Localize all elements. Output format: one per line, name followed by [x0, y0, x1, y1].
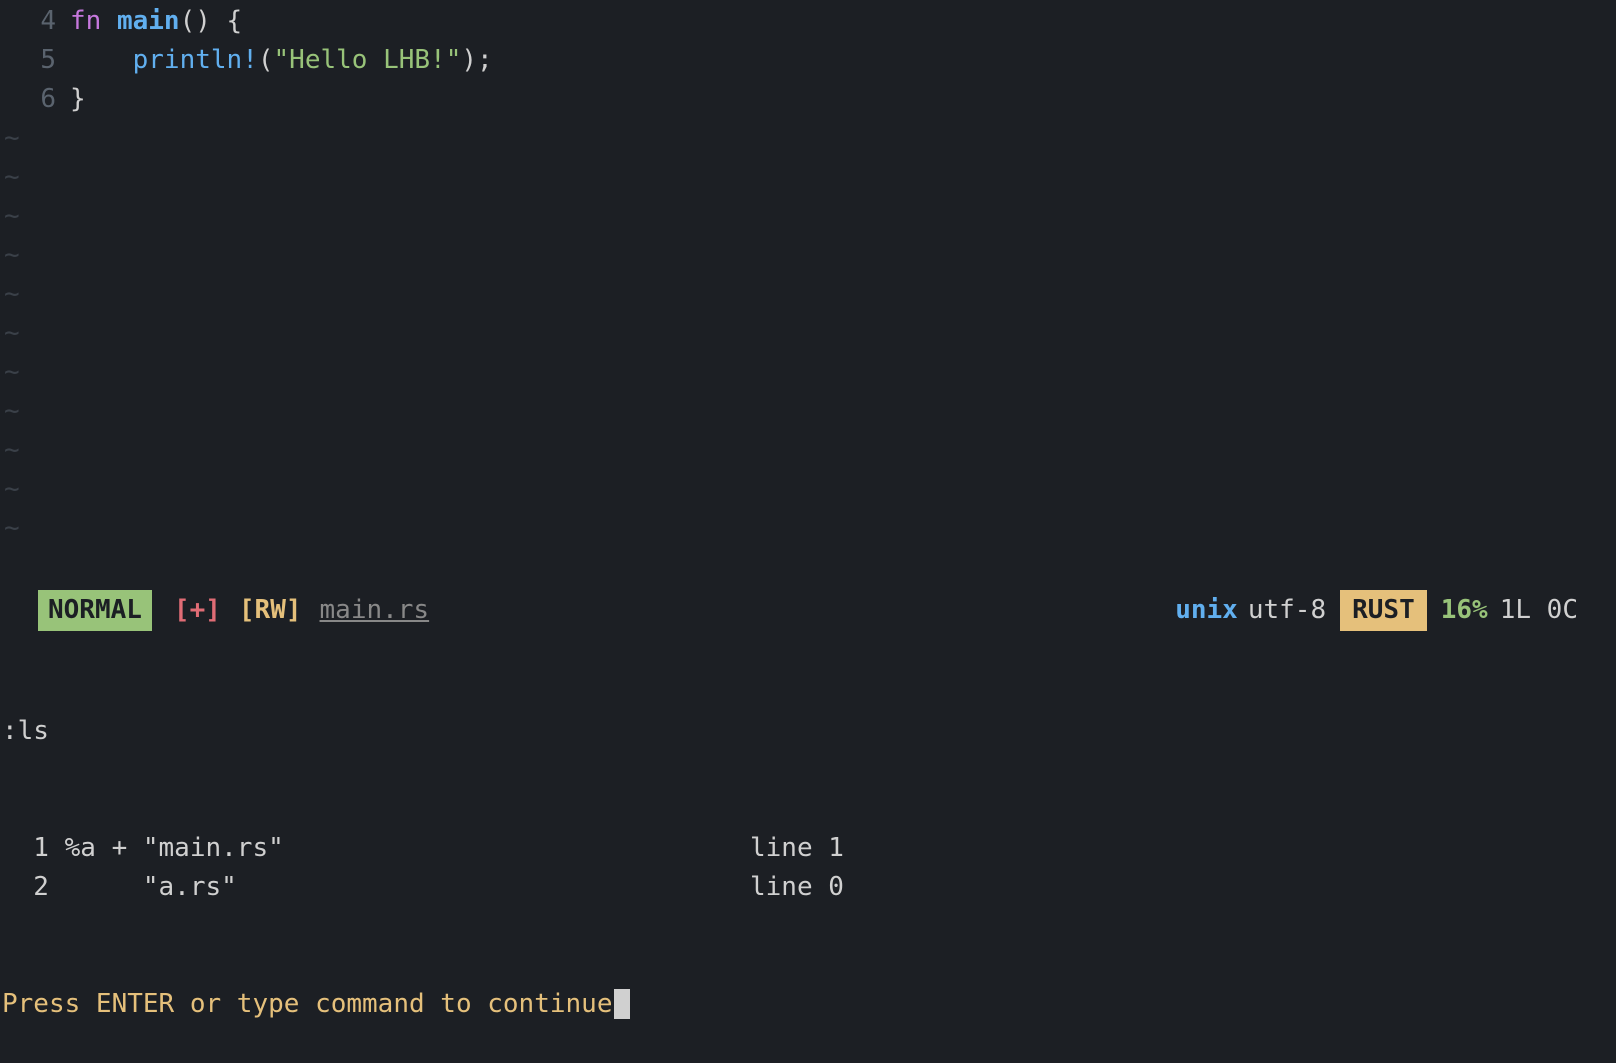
status-bar: NORMAL [+] [RW] main.rs unix utf-8 RUST …: [0, 590, 1616, 630]
cursor-icon: [614, 989, 630, 1019]
readwrite-flag: [RW]: [239, 591, 302, 630]
line-number: 6: [0, 80, 70, 119]
command-input[interactable]: :ls: [2, 712, 1616, 751]
code-line[interactable]: 4fn main() {: [0, 2, 1616, 41]
line-number: 5: [0, 41, 70, 80]
modified-flag: [+]: [174, 591, 221, 630]
empty-line-tilde: ~: [0, 431, 1616, 470]
empty-line-tilde: ~: [0, 392, 1616, 431]
empty-line-tilde: ~: [0, 470, 1616, 509]
empty-line-tilde: ~: [0, 314, 1616, 353]
empty-line-tilde: ~: [0, 119, 1616, 158]
empty-line-tilde: ~: [0, 509, 1616, 548]
code-text[interactable]: fn main() {: [70, 2, 242, 41]
empty-line-tilde: ~: [0, 158, 1616, 197]
encoding-label: utf-8: [1248, 591, 1326, 630]
code-line[interactable]: 5 println!("Hello LHB!");: [0, 41, 1616, 80]
buffer-line-info: line 1: [750, 829, 844, 868]
empty-line-tilde: ~: [0, 236, 1616, 275]
command-area[interactable]: :ls 1 %a + "main.rs"line 1 2 "a.rs"line …: [2, 634, 1616, 1063]
empty-line-tilde: ~: [0, 197, 1616, 236]
line-number: 4: [0, 2, 70, 41]
code-text[interactable]: }: [70, 80, 86, 119]
mode-badge: NORMAL: [38, 590, 152, 631]
empty-line-tilde: ~: [0, 275, 1616, 314]
buffer-entry: 2 "a.rs": [2, 868, 750, 907]
code-text[interactable]: println!("Hello LHB!");: [70, 41, 493, 80]
buffer-entry: 1 %a + "main.rs": [2, 829, 750, 868]
buffer-list: 1 %a + "main.rs"line 1 2 "a.rs"line 0: [2, 829, 1616, 907]
prompt-text: Press ENTER or type command to continue: [2, 989, 612, 1019]
empty-line-tilde: ~: [0, 353, 1616, 392]
buffer-row: 1 %a + "main.rs"line 1: [2, 829, 1616, 868]
file-format: unix: [1175, 591, 1238, 630]
filename-label: main.rs: [320, 591, 430, 630]
prompt-line: Press ENTER or type command to continue: [2, 985, 1616, 1024]
percent-label: 16%: [1441, 591, 1488, 630]
buffer-line-info: line 0: [750, 868, 844, 907]
code-line[interactable]: 6}: [0, 80, 1616, 119]
position-label: 1L 0C: [1500, 591, 1578, 630]
code-editor[interactable]: 4fn main() {5 println!("Hello LHB!");6} …: [0, 0, 1616, 548]
buffer-row: 2 "a.rs"line 0: [2, 868, 1616, 907]
language-badge: RUST: [1340, 590, 1427, 631]
